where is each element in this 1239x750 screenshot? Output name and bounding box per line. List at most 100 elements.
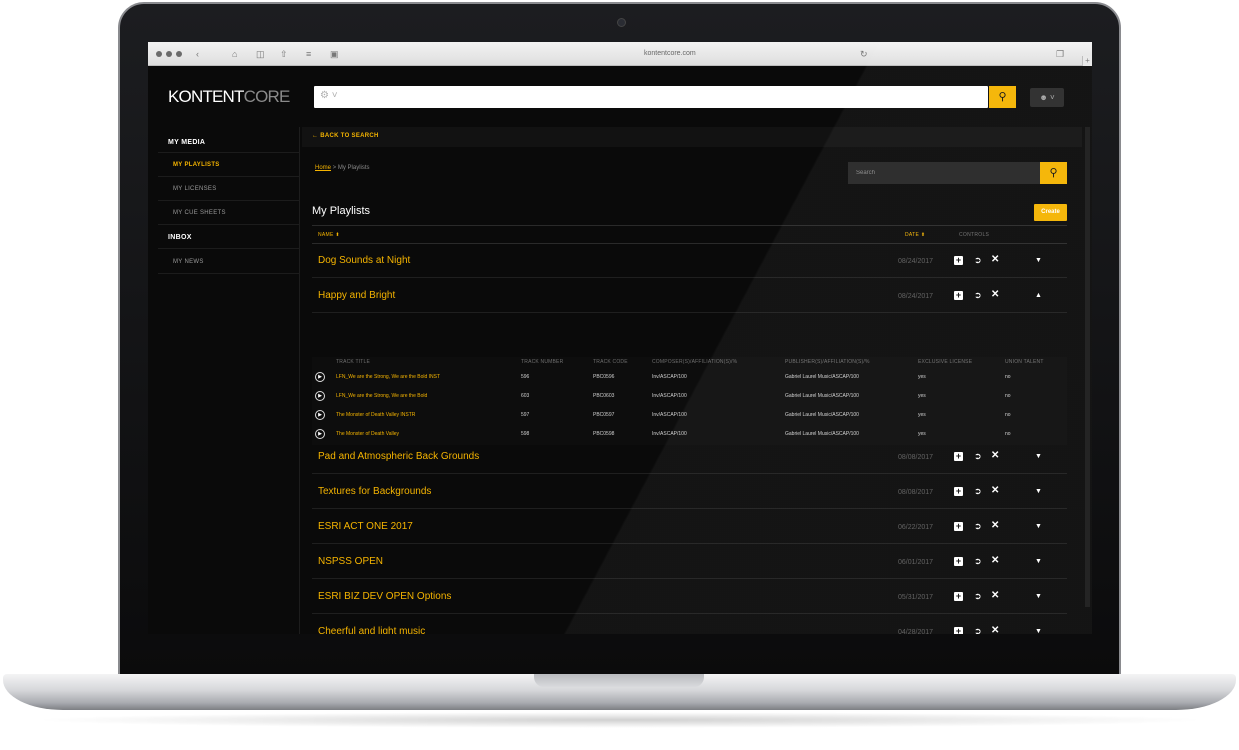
add-to-playlist-icon[interactable]: + (954, 291, 963, 300)
track-row[interactable]: ▶ The Monster of Death Valley 598 PBC0598 In… (312, 425, 1067, 444)
back-to-search-link[interactable]: ← BACK TO SEARCH (312, 133, 379, 139)
track-header-title: TRACK TITLE (336, 359, 371, 365)
playlist-name[interactable]: ESRI ACT ONE 2017 (318, 521, 413, 532)
playlist-search-input[interactable] (856, 162, 1036, 184)
create-playlist-button[interactable]: Create (1034, 204, 1067, 221)
global-search-input[interactable] (342, 86, 952, 108)
playlist-name[interactable]: Dog Sounds at Night (318, 255, 410, 266)
user-menu-button[interactable]: ☻ ˅ (1030, 88, 1064, 107)
track-number: 603 (521, 393, 530, 399)
chevron-down-icon[interactable]: ▼ (1035, 485, 1042, 499)
chevron-down-icon[interactable]: ▼ (1035, 625, 1042, 634)
playlist-name[interactable]: Textures for Backgrounds (318, 486, 431, 497)
address-bar[interactable]: kontentcore.com (644, 48, 696, 60)
track-header-code: TRACK CODE (593, 359, 628, 365)
chevron-down-icon[interactable]: ▼ (1035, 555, 1042, 569)
window-minimize-dot[interactable] (166, 51, 172, 57)
export-icon[interactable]: ➲ (974, 484, 982, 498)
playlist-row[interactable]: Dog Sounds at Night 08/24/2017 + ➲ ✕ ▼ (312, 243, 1067, 278)
playlist-row[interactable]: ESRI BIZ DEV OPEN Options 05/31/2017 + ➲ ✕ ▼ (312, 579, 1067, 614)
sidebar: MY MEDIA MY PLAYLISTS MY LICENSES MY CUE… (148, 127, 300, 634)
playlist-row[interactable]: NSPSS OPEN 06/01/2017 + ➲ ✕ ▼ (312, 544, 1067, 579)
share-icon[interactable]: ⇧ (280, 48, 288, 60)
export-icon[interactable]: ➲ (974, 253, 982, 267)
export-icon[interactable]: ➲ (974, 288, 982, 302)
play-icon[interactable]: ▶ (315, 391, 325, 401)
playlist-name[interactable]: Happy and Bright (318, 290, 395, 301)
playlist-row[interactable]: Happy and Bright 08/24/2017 + ➲ ✕ ▲ (312, 278, 1067, 313)
grid-icon[interactable]: ≡ (306, 48, 311, 60)
delete-icon[interactable]: ✕ (991, 253, 999, 267)
add-to-playlist-icon[interactable]: + (954, 627, 963, 634)
main-content: ← BACK TO SEARCH Home > My Playlists ⚲ M… (302, 127, 1082, 634)
chevron-up-icon[interactable]: ▲ (1035, 289, 1042, 303)
track-union: no (1005, 431, 1011, 437)
export-icon[interactable]: ➲ (974, 449, 982, 463)
sidebar-item-my-licenses[interactable]: MY LICENSES (173, 186, 217, 192)
camera (617, 18, 626, 27)
track-publisher: Gabriel Laurel Music/ASCAP/100 (785, 393, 859, 399)
playlist-name[interactable]: Cheerful and light music (318, 626, 425, 634)
playlist-row[interactable]: ESRI ACT ONE 2017 06/22/2017 + ➲ ✕ ▼ (312, 509, 1067, 544)
delete-icon[interactable]: ✕ (991, 484, 999, 498)
delete-icon[interactable]: ✕ (991, 519, 999, 533)
reload-icon[interactable]: ↻ (860, 48, 868, 60)
track-publisher: Gabriel Laurel Music/ASCAP/100 (785, 412, 859, 418)
playlist-search-button[interactable]: ⚲ (1040, 162, 1067, 184)
chevron-down-icon[interactable]: ▼ (1035, 450, 1042, 464)
add-to-playlist-icon[interactable]: + (954, 592, 963, 601)
play-icon[interactable]: ▶ (315, 410, 325, 420)
sidebar-item-my-playlists[interactable]: MY PLAYLISTS (173, 162, 220, 168)
play-icon[interactable]: ▶ (315, 429, 325, 439)
add-to-playlist-icon[interactable]: + (954, 452, 963, 461)
track-title[interactable]: The Monster of Death Valley (336, 431, 399, 437)
home-icon[interactable]: ⌂ (232, 48, 237, 60)
track-row[interactable]: ▶ LFN_We are the Strong, We are the Bold 6… (312, 387, 1067, 406)
sidebar-icon[interactable]: ◫ (256, 48, 265, 60)
delete-icon[interactable]: ✕ (991, 288, 999, 302)
export-icon[interactable]: ➲ (974, 519, 982, 533)
delete-icon[interactable]: ✕ (991, 589, 999, 603)
chevron-down-icon[interactable]: ▼ (1035, 520, 1042, 534)
export-icon[interactable]: ➲ (974, 554, 982, 568)
global-search-button[interactable]: ⚲ (989, 86, 1016, 108)
window-zoom-dot[interactable] (176, 51, 182, 57)
window-close-dot[interactable] (156, 51, 162, 57)
playlist-name[interactable]: NSPSS OPEN (318, 556, 383, 567)
back-icon[interactable]: ‹ (196, 48, 199, 60)
page-scrollbar[interactable] (1085, 127, 1090, 607)
reader-icon[interactable]: ▣ (330, 48, 339, 60)
chevron-down-icon[interactable]: ▼ (1035, 254, 1042, 268)
add-to-playlist-icon[interactable]: + (954, 557, 963, 566)
column-header-date[interactable]: DATE ⬍ (905, 232, 925, 238)
track-composer: Inv/ASCAP/100 (652, 393, 687, 399)
add-to-playlist-icon[interactable]: + (954, 256, 963, 265)
new-tab-button[interactable]: + (1082, 56, 1092, 66)
delete-icon[interactable]: ✕ (991, 554, 999, 568)
settings-gear-icon[interactable]: ⚙ ˅ (320, 90, 338, 101)
track-title[interactable]: LFN_We are the Strong, We are the Bold (336, 393, 427, 399)
export-icon[interactable]: ➲ (974, 589, 982, 603)
track-title[interactable]: LFN_We are the Strong, We are the Bold I… (336, 374, 440, 380)
track-composer: Inv/ASCAP/100 (652, 374, 687, 380)
chevron-down-icon[interactable]: ▼ (1035, 590, 1042, 604)
sidebar-item-my-news[interactable]: MY NEWS (173, 259, 204, 265)
add-to-playlist-icon[interactable]: + (954, 487, 963, 496)
play-icon[interactable]: ▶ (315, 372, 325, 382)
sidebar-item-my-cue-sheets[interactable]: MY CUE SHEETS (173, 210, 226, 216)
delete-icon[interactable]: ✕ (991, 624, 999, 634)
export-icon[interactable]: ➲ (974, 624, 982, 634)
playlist-row[interactable]: Cheerful and light music 04/28/2017 + ➲ ✕ ▼ (312, 614, 1067, 634)
playlist-name[interactable]: Pad and Atmospheric Back Grounds (318, 451, 479, 462)
delete-icon[interactable]: ✕ (991, 449, 999, 463)
breadcrumb-home-link[interactable]: Home (315, 165, 331, 171)
track-title[interactable]: The Monster of Death Valley INSTR (336, 412, 415, 418)
playlist-row[interactable]: Textures for Backgrounds 08/08/2017 + ➲ ✕ ▼ (312, 474, 1067, 509)
track-row[interactable]: ▶ LFN_We are the Strong, We are the Bold … (312, 368, 1067, 387)
app-logo[interactable]: KONTENTCORE (168, 88, 290, 106)
tabs-icon[interactable]: ❐ (1056, 48, 1064, 60)
playlist-name[interactable]: ESRI BIZ DEV OPEN Options (318, 591, 451, 602)
column-header-name[interactable]: NAME ⬍ (318, 232, 340, 238)
add-to-playlist-icon[interactable]: + (954, 522, 963, 531)
track-row[interactable]: ▶ The Monster of Death Valley INSTR 597 PBC… (312, 406, 1067, 425)
